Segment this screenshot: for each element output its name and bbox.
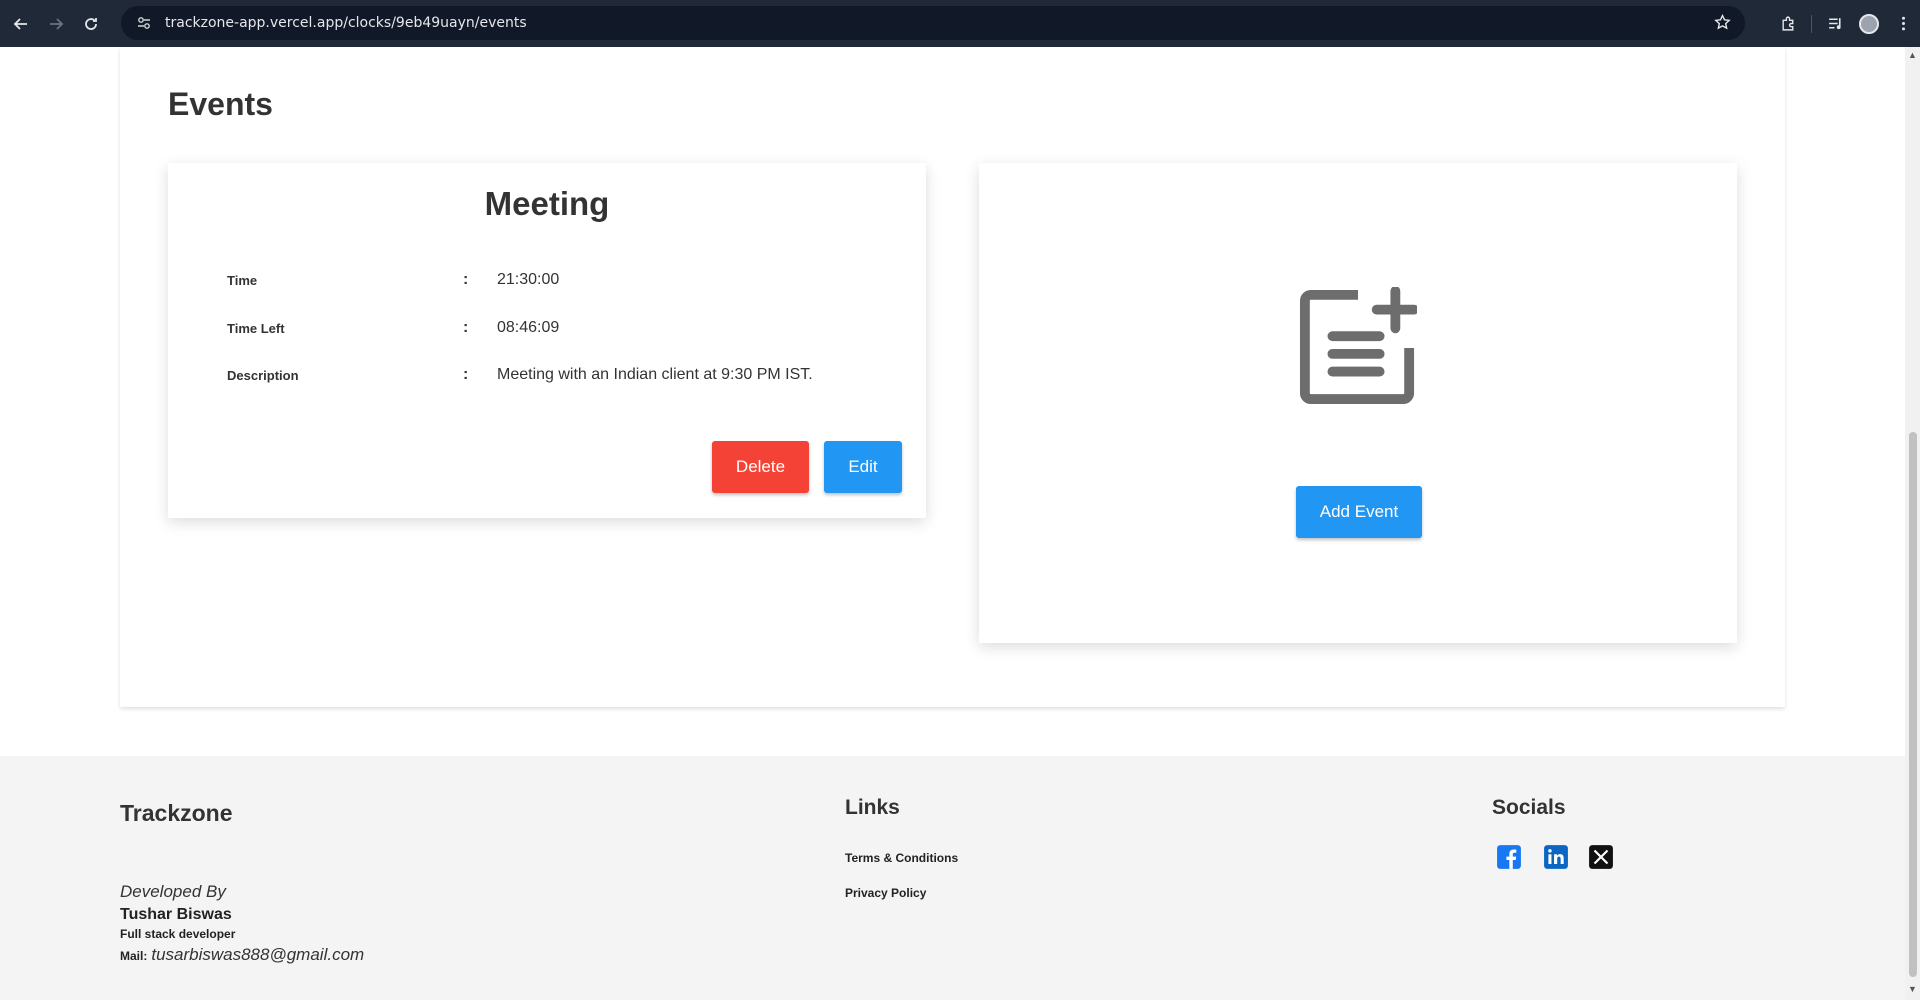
scroll-down-icon[interactable]: ▼	[1908, 985, 1917, 994]
toolbar-divider	[1811, 14, 1812, 33]
reload-icon[interactable]	[77, 10, 105, 38]
time-left-value: 08:46:09	[497, 319, 560, 336]
edit-button[interactable]: Edit	[824, 441, 902, 493]
footer: Trackzone Developed By Tushar Biswas Ful…	[0, 756, 1905, 1000]
page-scrollbar[interactable]: ▲ ▼	[1905, 47, 1920, 1000]
scroll-up-icon[interactable]: ▲	[1908, 51, 1917, 60]
scroll-thumb[interactable]	[1909, 432, 1917, 977]
colon: :	[463, 366, 469, 383]
terms-link[interactable]: Terms & Conditions	[845, 851, 958, 865]
time-left-label: Time Left	[227, 320, 285, 336]
avatar	[1859, 13, 1879, 34]
toolbar-actions	[1771, 0, 1920, 47]
add-note-icon	[1299, 287, 1417, 405]
developer-role: Full stack developer	[120, 927, 236, 941]
event-time-row: Time : 21:30:00	[227, 268, 559, 292]
site-settings-icon[interactable]	[135, 14, 153, 32]
profile-avatar[interactable]	[1852, 7, 1886, 41]
links-heading: Links	[845, 796, 900, 819]
back-icon[interactable]	[7, 10, 35, 38]
browser-toolbar: trackzone-app.vercel.app/clocks/9eb49uay…	[0, 0, 1920, 47]
page: Events Meeting Time : 21:30:00 Time Left…	[0, 47, 1905, 1000]
url-text[interactable]: trackzone-app.vercel.app/clocks/9eb49uay…	[165, 15, 527, 31]
time-label: Time	[227, 272, 258, 288]
add-event-card: Add Event	[979, 163, 1737, 643]
privacy-link[interactable]: Privacy Policy	[845, 886, 926, 900]
socials-heading: Socials	[1492, 796, 1566, 819]
event-title: Meeting	[484, 185, 610, 222]
event-description-row: Description : Meeting with an Indian cli…	[227, 363, 813, 387]
time-value: 21:30:00	[497, 271, 560, 288]
event-time-left-row: Time Left : 08:46:09	[227, 316, 559, 340]
mail-label: Mail:	[120, 949, 148, 963]
developed-by-label: Developed By	[120, 882, 226, 901]
delete-button[interactable]: Delete	[712, 441, 809, 493]
page-title: Events	[168, 86, 273, 122]
description-value: Meeting with an Indian client at 9:30 PM…	[497, 366, 813, 383]
colon: :	[463, 271, 469, 288]
add-event-button[interactable]: Add Event	[1296, 486, 1422, 538]
extensions-icon[interactable]	[1771, 7, 1805, 41]
address-bar[interactable]: trackzone-app.vercel.app/clocks/9eb49uay…	[121, 6, 1745, 40]
bookmark-star-icon[interactable]	[1714, 13, 1731, 36]
description-label: Description	[227, 367, 299, 383]
developer-name: Tushar Biswas	[120, 906, 232, 923]
events-section: Events Meeting Time : 21:30:00 Time Left…	[120, 47, 1785, 707]
linkedin-icon[interactable]	[1543, 844, 1569, 870]
media-control-icon[interactable]	[1818, 7, 1852, 41]
kebab-menu-icon[interactable]	[1886, 7, 1920, 41]
event-card: Meeting Time : 21:30:00 Time Left : 08:4…	[168, 163, 926, 518]
footer-brand: Trackzone	[120, 800, 233, 826]
mail-line: Mail: tusarbiswas888@gmail.com	[120, 945, 364, 965]
facebook-icon[interactable]	[1496, 844, 1522, 870]
x-icon[interactable]	[1588, 844, 1614, 870]
forward-icon[interactable]	[42, 10, 70, 38]
mail-value: tusarbiswas888@gmail.com	[151, 945, 365, 964]
colon: :	[463, 319, 469, 336]
